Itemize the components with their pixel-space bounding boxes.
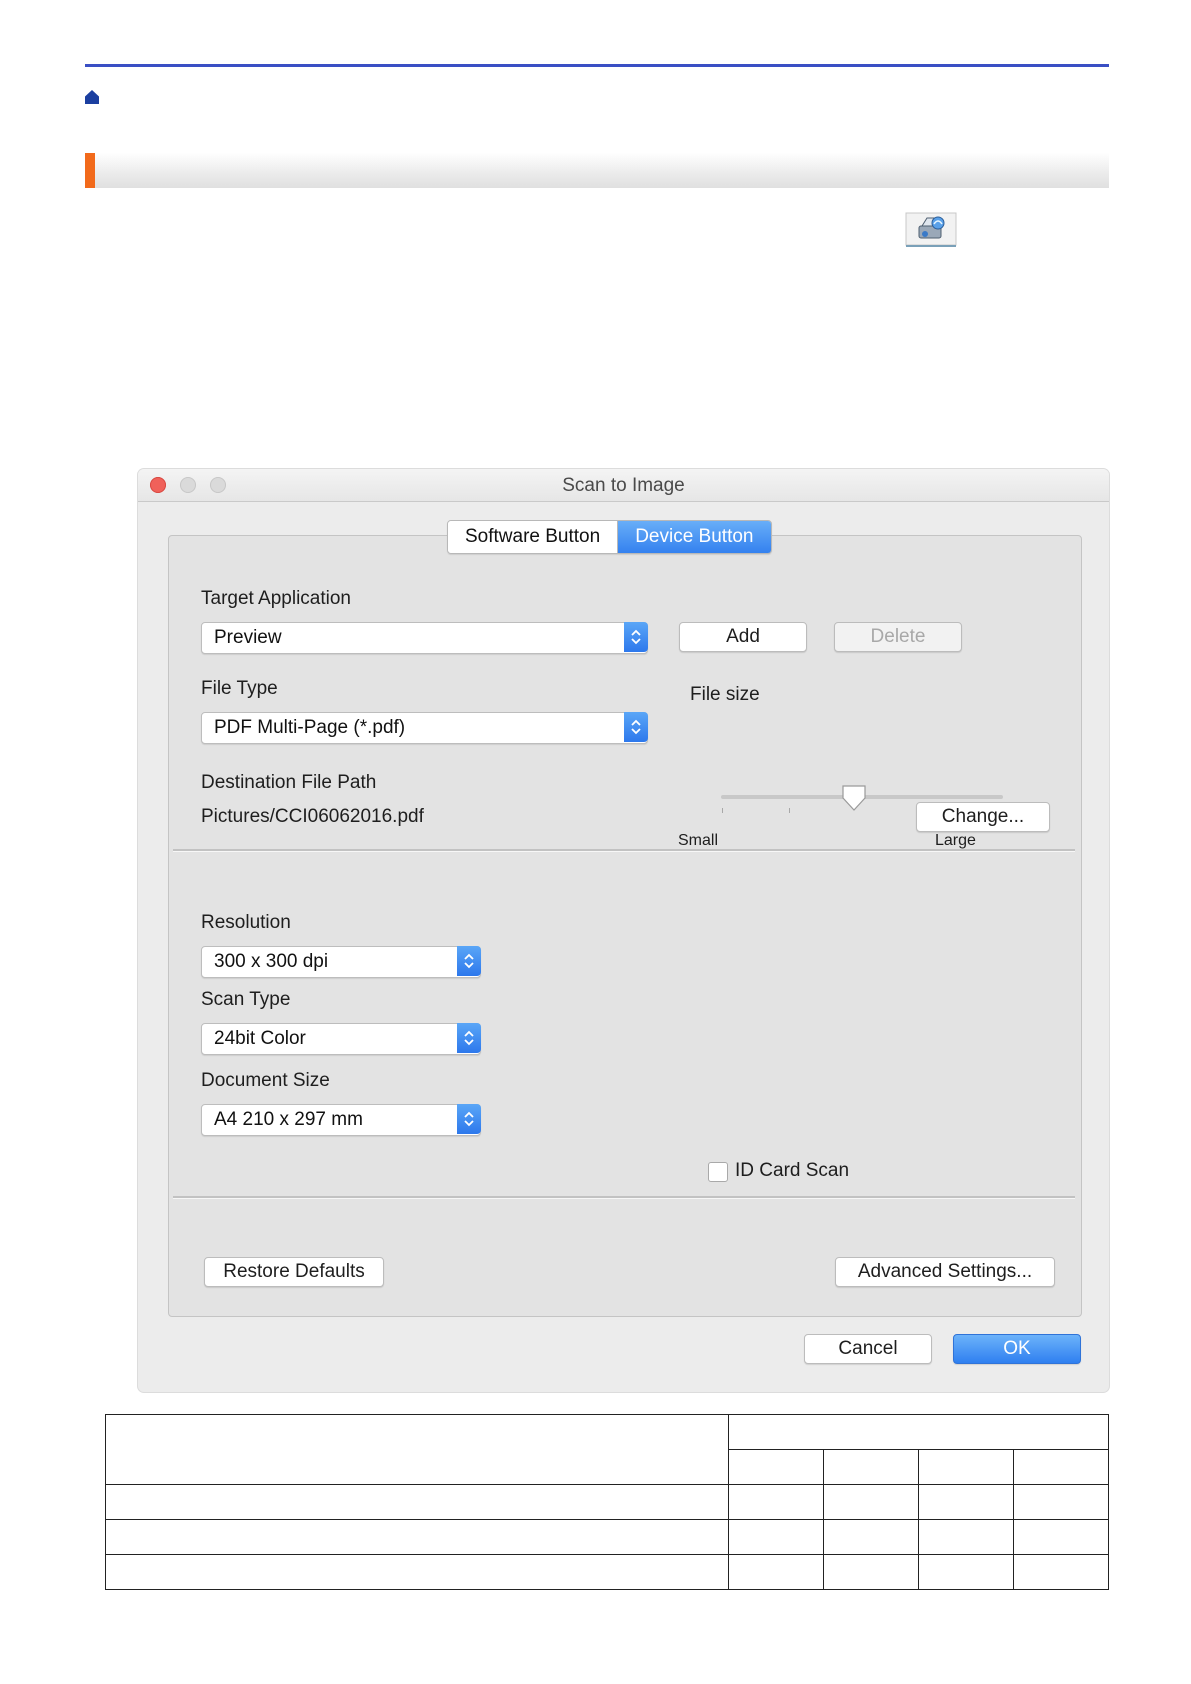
restore-defaults-button[interactable]: Restore Defaults xyxy=(204,1257,384,1287)
ok-button[interactable]: OK xyxy=(953,1334,1081,1364)
section-header-bar xyxy=(85,153,1109,188)
slider-tick xyxy=(722,808,723,813)
add-application-button[interactable]: Add xyxy=(679,622,807,652)
table-cell xyxy=(1013,1554,1109,1590)
target-application-label: Target Application xyxy=(201,588,351,609)
target-application-value: Preview xyxy=(214,627,282,648)
file-size-small-label: Small xyxy=(678,832,719,849)
file-size-large-label: Large xyxy=(935,832,976,849)
table-row xyxy=(105,1414,1109,1485)
cancel-button[interactable]: Cancel xyxy=(804,1334,932,1364)
section-accent-mark xyxy=(85,153,95,188)
section-separator xyxy=(173,849,1075,852)
slider-tick xyxy=(789,808,790,813)
table-cell xyxy=(105,1519,729,1555)
settings-panel: Target Application Preview Add Delete Fi… xyxy=(168,520,1082,1317)
file-size-slider-thumb[interactable] xyxy=(841,784,867,812)
file-type-value: PDF Multi-Page (*.pdf) xyxy=(214,717,406,738)
table-cell xyxy=(728,1519,824,1555)
scan-type-label: Scan Type xyxy=(201,989,291,1010)
table-cell xyxy=(918,1519,1014,1555)
table-cell xyxy=(728,1449,824,1485)
table-cell xyxy=(728,1554,824,1590)
scan-type-select[interactable]: 24bit Color xyxy=(201,1023,481,1055)
chevron-updown-icon xyxy=(624,712,648,742)
destination-path-value: Pictures/CCI06062016.pdf xyxy=(201,806,424,827)
button-mode-tabs: Software Button Device Button xyxy=(447,520,772,554)
table-cell xyxy=(918,1484,1014,1520)
chevron-updown-icon xyxy=(457,1023,481,1053)
table-row xyxy=(105,1484,1109,1520)
target-application-select[interactable]: Preview xyxy=(201,622,648,654)
table-cell xyxy=(918,1554,1014,1590)
table-cell xyxy=(105,1554,729,1590)
id-card-scan-label: ID Card Scan xyxy=(735,1160,850,1181)
tab-device-button[interactable]: Device Button xyxy=(618,521,771,553)
document-size-label: Document Size xyxy=(201,1070,330,1091)
dialog-title: Scan to Image xyxy=(562,475,685,496)
chevron-updown-icon xyxy=(457,1104,481,1134)
table-row xyxy=(105,1519,1109,1555)
chevron-updown-icon xyxy=(457,946,481,976)
resolution-label: Resolution xyxy=(201,912,291,933)
file-type-select[interactable]: PDF Multi-Page (*.pdf) xyxy=(201,712,648,744)
table-cell xyxy=(728,1414,1109,1450)
file-type-label: File Type xyxy=(201,678,278,699)
chevron-updown-icon xyxy=(624,622,648,652)
change-destination-button[interactable]: Change... xyxy=(916,802,1050,832)
id-card-scan-checkbox[interactable] xyxy=(708,1162,728,1182)
home-icon[interactable] xyxy=(84,89,100,105)
table-cell xyxy=(728,1484,824,1520)
advanced-settings-button[interactable]: Advanced Settings... xyxy=(835,1257,1055,1287)
table-cell xyxy=(823,1554,919,1590)
table-cell xyxy=(823,1449,919,1485)
section-separator xyxy=(173,1196,1075,1199)
file-size-label: File size xyxy=(690,684,760,705)
table-cell xyxy=(823,1484,919,1520)
table-cell xyxy=(918,1449,1014,1485)
resolution-select[interactable]: 300 x 300 dpi xyxy=(201,946,481,978)
table-cell xyxy=(823,1519,919,1555)
destination-path-label: Destination File Path xyxy=(201,772,377,793)
delete-application-button[interactable]: Delete xyxy=(834,622,962,652)
specification-table xyxy=(105,1414,1109,1590)
scan-to-image-dialog: Scan to Image Target Application Preview… xyxy=(138,469,1109,1392)
table-cell xyxy=(105,1484,729,1520)
document-size-value: A4 210 x 297 mm xyxy=(214,1109,363,1130)
tab-software-button[interactable]: Software Button xyxy=(448,521,619,553)
table-cell xyxy=(1013,1484,1109,1520)
scan-to-image-icon xyxy=(905,212,957,247)
table-row xyxy=(105,1554,1109,1590)
table-cell xyxy=(105,1414,729,1485)
document-size-select[interactable]: A4 210 x 297 mm xyxy=(201,1104,481,1136)
dialog-titlebar[interactable]: Scan to Image xyxy=(138,469,1109,502)
top-rule xyxy=(85,64,1109,67)
scan-type-value: 24bit Color xyxy=(214,1028,306,1049)
table-cell xyxy=(1013,1519,1109,1555)
resolution-value: 300 x 300 dpi xyxy=(214,951,329,972)
table-cell xyxy=(1013,1449,1109,1485)
